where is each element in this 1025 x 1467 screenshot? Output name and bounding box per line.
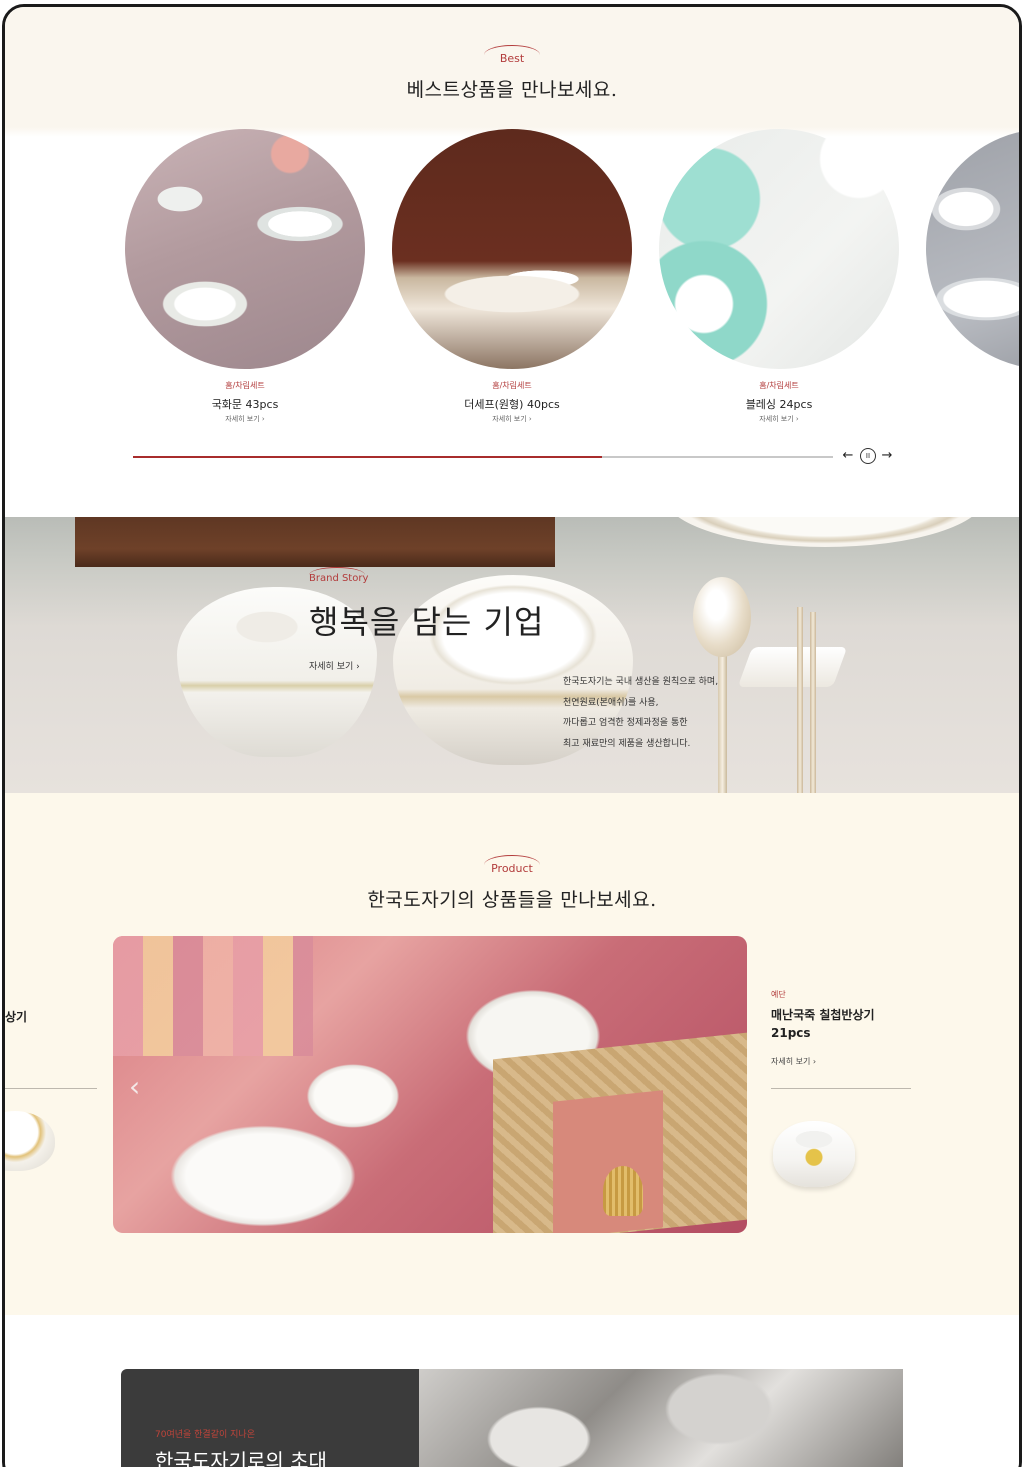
divider [5,1088,97,1089]
brand-description-line: 한국도자기는 국내 생산을 원칙으로 하며, [563,677,719,687]
brand-tag: Brand Story [309,573,369,584]
best-item-more-1[interactable]: 자세히 보기 › [125,414,365,424]
arrow-right-icon[interactable]: → [879,448,895,464]
chopstick-image [797,607,803,793]
brand-description-line: 최고 재료만의 제품을 생산합니다. [563,738,691,749]
slider-progress-bar [133,456,833,458]
best-item-more-3[interactable]: 자세히 보기 › [659,414,899,424]
best-item-category-2: 홈/차림세트 [492,381,532,390]
divider [771,1088,911,1089]
brand-title: 행복을 담는 기업 [309,603,545,641]
spoon-handle-image [718,647,727,793]
best-item-image-4[interactable] [926,129,1019,369]
chopstick-image [810,612,816,793]
wooden-tray-image [75,517,555,567]
best-item-category-3: 홈/차림세트 [759,381,799,390]
best-item-more-label-3: 자세히 보기 [759,415,794,423]
brand-more-link[interactable]: 자세히 보기 › [309,659,360,672]
next-product-more-link[interactable]: 자세히 보기 › [771,1056,816,1067]
invitation-subtitle: 70여년을 한결같이 지나온 [155,1430,255,1440]
best-item-more-2[interactable]: 자세히 보기 › [392,414,632,424]
invitation-title: 한국도자기로의 초대 [155,1449,327,1467]
product-tag: Product [491,862,533,875]
brand-more-label: 자세히 보기 [309,662,354,672]
invitation-section: 70여년을 한결같이 지나온 한국도자기로의 초대 [5,1315,1019,1467]
chevron-left-icon[interactable]: ‹ [129,1073,140,1101]
product-main-image[interactable] [113,936,747,1233]
next-product-category: 예단 [771,990,786,999]
next-product-name[interactable]: 매난국죽 칠첩반상기 21pcs [771,1006,931,1042]
product-title: 한국도자기의 상품들을 만나보세요. [367,889,657,911]
best-item-category-1: 홈/차림세트 [225,381,265,390]
chopstick-rest-image [737,647,848,687]
best-title: 베스트상품을 만나보세요. [406,79,618,101]
brand-description-line: 천연원료(본애쉬)를 사용, [563,697,659,708]
pause-icon[interactable]: II [860,448,876,464]
best-item-image-2[interactable] [392,129,632,369]
next-product-name-line2: 21pcs [771,1026,811,1040]
product-section: Product 한국도자기의 상품들을 만나보세요. 상기 ‹ 예단 매난국죽 … [5,793,1019,1315]
spoon-image [693,577,751,657]
brand-story-section: Brand Story 행복을 담는 기업 자세히 보기 › 한국도자기는 국내… [5,517,1019,793]
next-product-thumbnail[interactable] [773,1121,855,1187]
chevron-right-icon: › [812,1057,817,1066]
chevron-right-icon: › [528,415,532,423]
prev-product-name[interactable]: 상기 [5,1008,27,1025]
best-item-name-1[interactable]: 국화문 43pcs [125,396,365,412]
best-item-more-label-2: 자세히 보기 [492,415,527,423]
chevron-right-icon: › [356,662,360,672]
next-product-name-line1: 매난국죽 칠첩반상기 [771,1008,875,1022]
chevron-right-icon: › [795,415,799,423]
quilt-cloth-image [113,936,313,1056]
best-item-name-3[interactable]: 블레싱 24pcs [659,396,899,412]
brand-description-line: 까다롭고 엄격한 정제과정을 통한 [563,718,688,728]
best-tag: Best [499,52,525,65]
invitation-photo [419,1369,903,1467]
slider-progress-fill [133,456,602,458]
prev-product-thumbnail[interactable] [5,1111,55,1171]
arrow-left-icon[interactable]: ← [840,448,856,464]
brand-description: 한국도자기는 국내 생산을 원칙으로 하며, 천연원료(본애쉬)를 사용, 까다… [563,672,718,754]
best-item-more-label-1: 자세히 보기 [225,415,260,423]
next-product-more-label: 자세히 보기 [771,1057,811,1066]
chevron-right-icon: › [261,415,265,423]
best-section: Best 베스트상품을 만나보세요. 홈/차림세트 국화문 43pcs 자세히 … [5,7,1019,517]
best-item-image-3[interactable] [659,129,899,369]
plate-image [665,517,985,547]
best-item-name-2[interactable]: 더세프(원형) 40pcs [392,396,632,412]
tassel-image [603,1166,643,1216]
best-item-image-1[interactable] [125,129,365,369]
page-frame: Best 베스트상품을 만나보세요. 홈/차림세트 국화문 43pcs 자세히 … [2,4,1022,1467]
